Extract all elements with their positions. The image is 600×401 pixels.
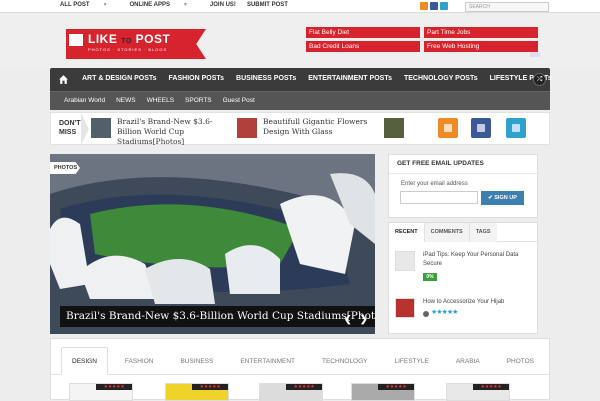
dont-miss-thumbnail[interactable] [91,118,111,138]
tab-business[interactable]: BUSINESS [180,358,213,365]
tab-bar: RECENT COMMENTS TAGS [389,223,537,242]
post-title[interactable]: How to Accessorize Your Hijab [423,298,533,307]
subnav-item-arabian-world[interactable]: Arabian World [64,97,105,104]
tab-lifestyle[interactable]: LIFESTYLE [395,358,429,365]
logo-text-to: TO [121,38,132,45]
tab-tags[interactable]: TAGS [469,223,497,242]
dont-miss-bar: DON'T MISS Brazil's Brand-New $3.6-Billi… [50,112,550,147]
dont-miss-item[interactable]: Beautifull Gigantic Flowers Design With … [263,117,378,137]
logo-tagline: PHOTOS · STORIES · BLOGS [88,47,168,52]
featured-slider[interactable]: PHOTOS Brazil's Brand-New $3.6-Billion W… [50,154,375,334]
nav-item-business[interactable]: BUSINESS POSTs [236,75,296,82]
ad-link[interactable]: Flat Belly Diet [306,27,420,38]
subnav-item-sports[interactable]: SPORTS [185,97,212,104]
post-card[interactable]: ★★★★★ [351,383,415,401]
rss-icon[interactable] [420,2,428,10]
top-social-icons [420,2,448,10]
top-nav-join-us[interactable]: JOIN US! [210,2,236,8]
shuffle-icon[interactable]: ⤮ [533,73,546,86]
star-rating: ★★★★★ [192,384,228,390]
post-title[interactable]: iPad Tips: Keep Your Personal Data Secur… [423,251,533,269]
nav-item-fashion[interactable]: FASHION POSTs [169,75,225,82]
category-tabs: DESIGN FASHION BUSINESS ENTERTAINMENT TE… [50,338,550,401]
chevron-down-icon: ▼ [102,2,108,8]
tab-design[interactable]: DESIGN [61,347,108,375]
slider-prev-icon[interactable]: ❮ [344,314,352,325]
email-updates-widget: GET FREE EMAIL UPDATES Enter your email … [388,154,538,218]
home-icon[interactable] [58,74,69,85]
star-rating: ★★★★★ [286,384,322,390]
logo-text-post: POST [135,32,171,46]
ad-link[interactable]: Part Time Jobs [424,27,538,38]
slider-caption[interactable]: Brazil's Brand-New $3.6-Billion World Cu… [60,306,375,327]
list-item[interactable]: iPad Tips: Keep Your Personal Data Secur… [395,251,535,281]
top-nav: ALL POST ▼ ONLINE APPS ▼ JOIN US! SUBMIT P… [60,2,299,8]
tab-arabia[interactable]: ARABIA [456,358,480,365]
star-rating: ★★★★★ [431,309,458,316]
tab-widget: RECENT COMMENTS TAGS iPad Tips: Keep You… [388,222,538,334]
photos-tag[interactable]: PHOTOS [50,162,80,174]
ad-link[interactable]: Bad Credit Loans [306,41,420,52]
tab-photos[interactable]: PHOTOS [507,358,534,365]
tab-comments[interactable]: COMMENTS [424,223,470,242]
rating-badge: 0% [423,273,437,281]
tab-technology[interactable]: TECHNOLOGY [322,358,368,365]
star-rating: ★★★★★ [378,384,414,390]
email-widget-title: GET FREE EMAIL UPDATES [389,155,537,174]
subnav-item-wheels[interactable]: WHEELS [147,97,174,104]
adchoices-icon[interactable] [530,52,540,57]
main-nav: ART & DESIGN POSTs FASHION POSTs BUSINES… [50,68,552,91]
subnav-item-guest-post[interactable]: Guest Post [223,97,255,104]
dont-miss-thumbnail[interactable] [237,118,257,138]
post-thumbnail[interactable] [395,298,415,318]
tab-recent[interactable]: RECENT [389,223,425,242]
sign-up-button[interactable]: ✔ SIGN UP [481,191,524,205]
star-rating: ★★★★★ [473,384,509,390]
twitter-icon[interactable] [440,2,448,10]
header: LIKE TO POST PHOTOS · STORIES · BLOGS Fl… [0,14,600,68]
top-nav-online-apps[interactable]: ONLINE APPS ▼ [130,2,199,8]
top-nav-submit-post[interactable]: SUBMIT POST [247,2,288,8]
facebook-icon[interactable] [430,2,438,10]
email-field[interactable] [400,191,478,204]
clock-icon [423,311,429,317]
star-rating: ★★★★★ [96,384,132,390]
email-label: Enter your email address [401,181,468,187]
top-bar: ALL POST ▼ ONLINE APPS ▼ JOIN US! SUBMIT P… [0,0,600,13]
tab-fashion[interactable]: FASHION [125,358,154,365]
post-card[interactable]: ★★★★★ [446,383,510,401]
top-nav-all-post[interactable]: ALL POST ▼ [60,2,119,8]
subnav-item-news[interactable]: NEWS [116,97,136,104]
rss-icon[interactable] [438,118,458,138]
ad-link[interactable]: Free Web Hosting [424,41,538,52]
logo-mark-icon [69,34,83,46]
dont-miss-label: DON'T MISS [59,120,81,136]
facebook-icon[interactable] [471,118,491,138]
site-logo[interactable]: LIKE TO POST PHOTOS · STORIES · BLOGS [66,29,206,59]
list-item[interactable]: How to Accessorize Your Hijab ★★★★★ [395,298,535,328]
dont-miss-thumbnail[interactable] [384,118,404,138]
dont-miss-item[interactable]: Brazil's Brand-New $3.6-Billion World Cu… [117,117,232,147]
slider-next-icon[interactable]: ❯ [360,314,368,325]
ad-links: Flat Belly Diet Part Time Jobs Bad Credi… [306,27,540,59]
chevron-down-icon: ▼ [182,2,188,8]
logo-text-like: LIKE [88,32,118,46]
nav-item-technology[interactable]: TECHNOLOGY POSTs [404,75,478,82]
post-card[interactable]: ★★★★★ [165,383,229,401]
search-input[interactable]: SEARCH [465,2,549,12]
nav-item-art-design[interactable]: ART & DESIGN POSTs [82,75,157,82]
dont-miss-arrow [81,113,89,145]
post-card[interactable]: ★★★★★ [69,383,133,401]
sub-nav: Arabian World NEWS WHEELS SPORTS Guest P… [50,91,550,110]
post-card[interactable]: ★★★★★ [259,383,323,401]
nav-item-entertainment[interactable]: ENTERTAINMENT POSTs [308,75,392,82]
twitter-icon[interactable] [506,118,526,138]
post-thumbnail[interactable] [395,251,415,271]
tab-entertainment[interactable]: ENTERTAINMENT [240,358,295,365]
